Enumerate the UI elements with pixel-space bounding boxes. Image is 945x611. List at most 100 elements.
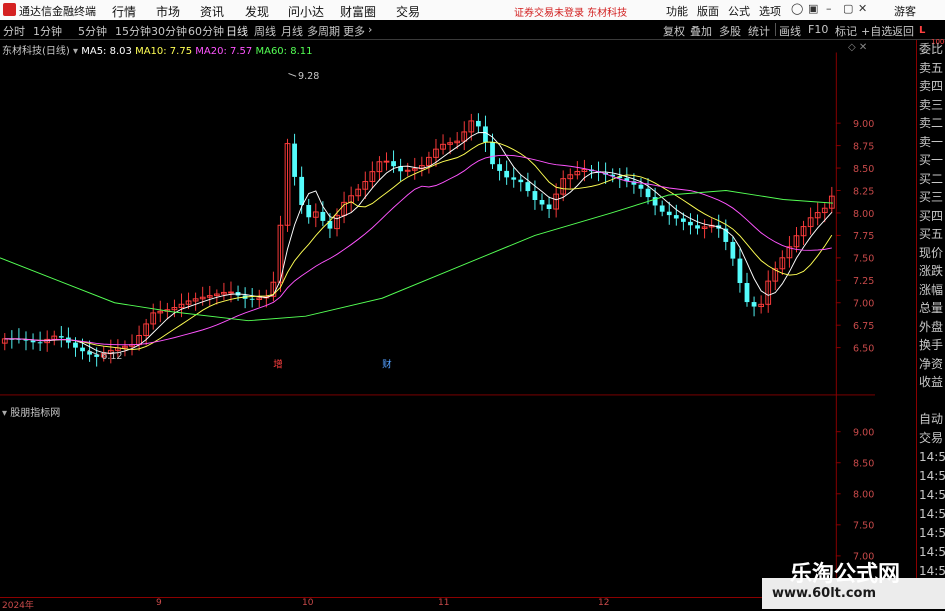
candle-body: [228, 291, 234, 294]
menu-item-shichang[interactable]: 市场: [156, 3, 180, 20]
moving-average-lines: [0, 132, 834, 354]
tool-tongji[interactable]: 统计: [748, 23, 770, 39]
pane-settings-icon[interactable]: ◇ ✕: [848, 42, 867, 53]
candle-body: [37, 342, 43, 344]
quote-field-label: 买五: [919, 227, 944, 241]
ma20-line: [4, 154, 832, 346]
tick-time-label: 14:56: [919, 526, 945, 540]
guest-login[interactable]: 游客: [894, 3, 916, 19]
menu-item-zixun[interactable]: 资讯: [200, 3, 224, 20]
quote-field-label: 换手: [919, 338, 944, 352]
price-tick-label: 7.75: [853, 231, 874, 242]
kline-chart[interactable]: 9.00 8.75 8.50 8.25 8.00 7.75 7.50 7.25 7.00 6.75…: [0, 40, 875, 597]
minimize-icon[interactable]: –: [826, 2, 832, 15]
price-tick-label: 7.25: [853, 276, 874, 287]
tool-biaoji[interactable]: 标记: [835, 23, 857, 39]
x-label-9: 9: [156, 598, 162, 608]
x-label-2024: 2024年: [2, 601, 34, 611]
candle-body: [490, 142, 495, 165]
tick-time-label: 14:56: [919, 469, 945, 483]
price-tick-label: 8.75: [853, 141, 874, 152]
candle-body: [659, 205, 665, 212]
price-tick-label: 8.25: [853, 186, 874, 197]
tool-huaxian[interactable]: 画线: [779, 23, 801, 39]
quote-field-label: 买一: [919, 153, 944, 167]
maximize-icon[interactable]: ▢: [843, 2, 853, 15]
period-daily[interactable]: 日线: [226, 23, 248, 39]
candle-body: [30, 340, 36, 343]
candle-body: [73, 342, 78, 348]
menu-item-wenxiaoda[interactable]: 问小达: [288, 3, 324, 20]
skin-icon[interactable]: ▣: [808, 2, 818, 15]
tick-time-label: 交易: [919, 431, 944, 445]
candle-body: [249, 298, 255, 300]
period-multi[interactable]: 多周期: [307, 23, 340, 39]
x-label-11: 11: [438, 598, 450, 608]
period-1min[interactable]: 1分钟: [33, 23, 62, 39]
candle-body: [673, 215, 679, 219]
sub-legend: ▾ 股朋指标网: [2, 404, 60, 419]
tool-add-watchlist[interactable]: +自选: [861, 23, 892, 39]
period-monthly[interactable]: 月线: [281, 23, 303, 39]
quote-field-label: 买三: [919, 190, 944, 204]
candle-body: [645, 188, 651, 198]
quote-field-label: 卖三: [919, 97, 944, 112]
stock-name[interactable]: 东材科技(日线): [2, 46, 70, 57]
candle-body: [525, 182, 531, 192]
period-30min[interactable]: 30分钟: [151, 23, 187, 39]
quote-field-label: 总量: [919, 301, 944, 315]
sub-tick-label: 9.00: [853, 428, 874, 439]
candle-body: [475, 120, 481, 127]
watermark-url: www.60lt.com: [772, 586, 877, 601]
menu-item-caifuquan[interactable]: 财富圈: [340, 3, 376, 20]
window-controls: ◯ ▣ – ▢ ✕: [746, 2, 867, 18]
period-5min[interactable]: 5分钟: [78, 23, 107, 39]
candle-body: [292, 143, 297, 177]
sub-indicator-name[interactable]: 股朋指标网: [10, 408, 60, 419]
candle-body: [80, 347, 85, 352]
candle-body: [483, 126, 488, 143]
period-more[interactable]: 更多: [343, 23, 365, 39]
tool-duogu[interactable]: 多股: [719, 23, 741, 39]
close-icon[interactable]: ✕: [858, 2, 867, 15]
period-60min[interactable]: 60分钟: [188, 23, 224, 39]
candle-body: [383, 160, 390, 163]
candle-body: [695, 225, 700, 229]
tool-diejia[interactable]: 叠加: [690, 23, 712, 39]
quote-field-label: 卖五: [919, 60, 944, 75]
legend-toggle-icon[interactable]: ▾: [73, 46, 78, 57]
sub-legend-toggle-icon[interactable]: ▾: [2, 408, 7, 419]
tool-f10[interactable]: F10: [808, 23, 828, 36]
tick-time-label: 14:56: [919, 507, 945, 521]
user-icon[interactable]: ◯: [791, 2, 803, 15]
menu-item-faxian[interactable]: 发现: [245, 3, 269, 20]
x-label-12: 12: [598, 598, 610, 608]
watermark-title: 乐淘公式网: [790, 562, 901, 587]
menu-item-banmian[interactable]: 版面: [697, 3, 719, 19]
menu-item-jiaoyi[interactable]: 交易: [396, 3, 420, 20]
candlestick-series: [1, 113, 835, 367]
low-annotation: 6.12: [101, 351, 122, 362]
period-weekly[interactable]: 周线: [254, 23, 276, 39]
quote-field-label: 涨跌: [919, 264, 944, 278]
candle-body: [504, 170, 510, 178]
candle-body: [306, 204, 312, 218]
tool-back[interactable]: 返回: [892, 23, 914, 39]
quote-field-label: 卖四: [919, 79, 944, 93]
ma5-label: MA5: 8.03: [81, 46, 132, 57]
price-tick-label: 9.00: [853, 119, 874, 130]
menu-item-hangqing[interactable]: 行情: [112, 3, 136, 20]
candle-body: [680, 218, 686, 222]
candle-body: [688, 221, 693, 226]
tool-fuquan[interactable]: 复权: [663, 23, 685, 39]
login-status: 证券交易未登录 东材科技: [514, 8, 628, 19]
more-chevron-icon[interactable]: ›: [368, 23, 372, 36]
tick-time-label: 14:56: [919, 545, 945, 559]
main-legend: 东材科技(日线) ▾ MA5: 8.03 MA10: 7.75 MA20: 7.…: [2, 42, 312, 57]
x-label-10: 10: [302, 598, 314, 608]
candle-body: [320, 211, 326, 221]
ma60-line: [0, 190, 834, 322]
period-fenshi[interactable]: 分时: [3, 23, 25, 39]
period-15min[interactable]: 15分钟: [115, 23, 151, 39]
menu-item-gongneng[interactable]: 功能: [666, 3, 688, 19]
